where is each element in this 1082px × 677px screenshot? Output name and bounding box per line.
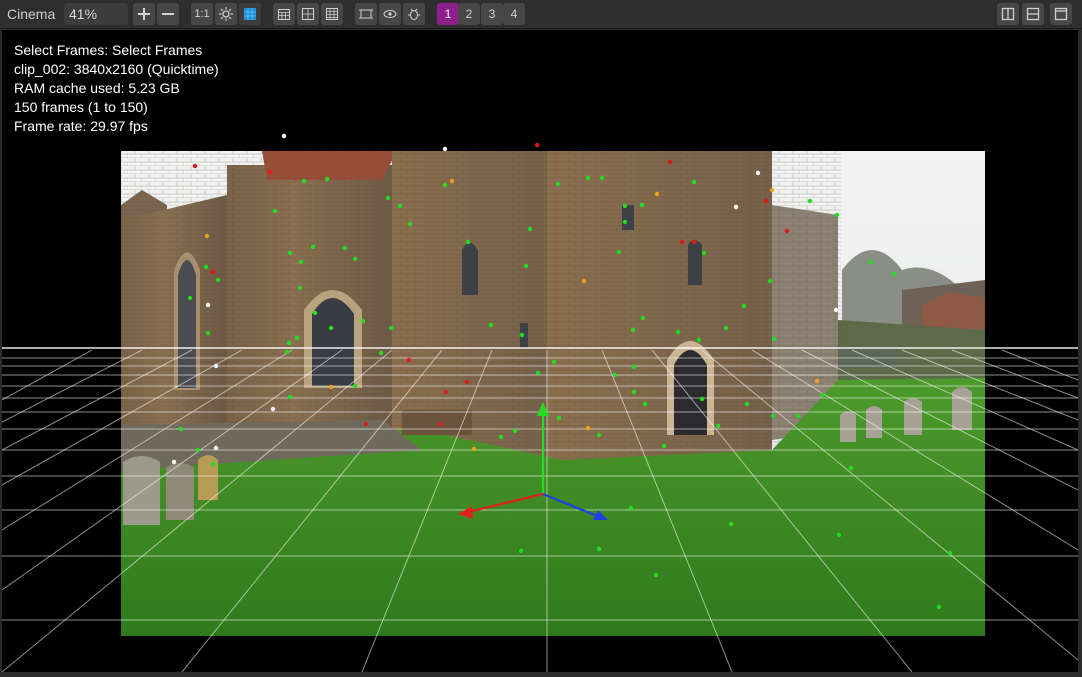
single-view-button[interactable]: [1050, 3, 1072, 25]
info-line-clip: clip_002: 3840x2160 (Quicktime): [14, 61, 219, 77]
view-number-label: 4: [510, 7, 518, 21]
info-line-frame-rate: Frame rate: 29.97 fps: [14, 118, 148, 134]
view-4-button[interactable]: 4: [503, 3, 525, 25]
cinema-viewport[interactable]: Select Frames: Select Frames clip_002: 3…: [2, 30, 1078, 672]
track-box-icon: [359, 9, 373, 19]
viewer-toolbar: Cinema 41% 1:1 1 2 3 4: [0, 0, 1082, 29]
split-horizontal-icon: [1026, 7, 1040, 21]
info-line-selection: Select Frames: Select Frames: [14, 42, 203, 58]
grid-blue-icon: [244, 8, 256, 20]
view-2-button[interactable]: 2: [458, 3, 480, 25]
info-line-ram-cache: RAM cache used: 5.23 GB: [14, 80, 180, 96]
plus-icon: [138, 8, 150, 20]
zoom-field[interactable]: 41%: [64, 3, 128, 25]
eye-icon: [383, 10, 397, 18]
footage-plate: [121, 151, 985, 636]
view-3-button[interactable]: 3: [481, 3, 503, 25]
view-number-label: 1: [444, 7, 452, 21]
viewer-window: Cinema 41% 1:1 1 2 3 4 Select Frames: Se…: [0, 0, 1082, 677]
track-bug-button[interactable]: [403, 3, 425, 25]
track-eye-button[interactable]: [379, 3, 401, 25]
one-to-one-label: 1:1: [194, 8, 210, 20]
zoom-out-button[interactable]: [157, 3, 179, 25]
zoom-in-button[interactable]: [133, 3, 155, 25]
view-1-button[interactable]: 1: [437, 3, 459, 25]
split-vertical-button[interactable]: [997, 3, 1019, 25]
view-name-label: Cinema: [7, 6, 56, 22]
table-view-button[interactable]: [273, 3, 295, 25]
layout-grid-button[interactable]: [297, 3, 319, 25]
view-number-label: 3: [488, 7, 496, 21]
view-number-label: 2: [465, 7, 473, 21]
split-horizontal-button[interactable]: [1022, 3, 1044, 25]
spreadsheet-button[interactable]: [321, 3, 343, 25]
minus-icon: [162, 13, 174, 15]
single-view-icon: [1054, 7, 1068, 21]
spreadsheet-icon: [326, 8, 338, 20]
bug-icon: [408, 8, 420, 20]
info-overlay: Select Frames: Select Frames clip_002: 3…: [14, 41, 219, 136]
track-box-button[interactable]: [355, 3, 377, 25]
info-line-frames: 150 frames (1 to 150): [14, 99, 148, 115]
table-icon: [278, 9, 290, 20]
zoom-one-to-one-button[interactable]: 1:1: [191, 3, 213, 25]
sun-icon: [219, 7, 233, 21]
layout-grid-icon: [302, 8, 314, 20]
overlay-toggle-button[interactable]: [239, 3, 261, 25]
split-vertical-icon: [1001, 7, 1015, 21]
exposure-button[interactable]: [215, 3, 237, 25]
